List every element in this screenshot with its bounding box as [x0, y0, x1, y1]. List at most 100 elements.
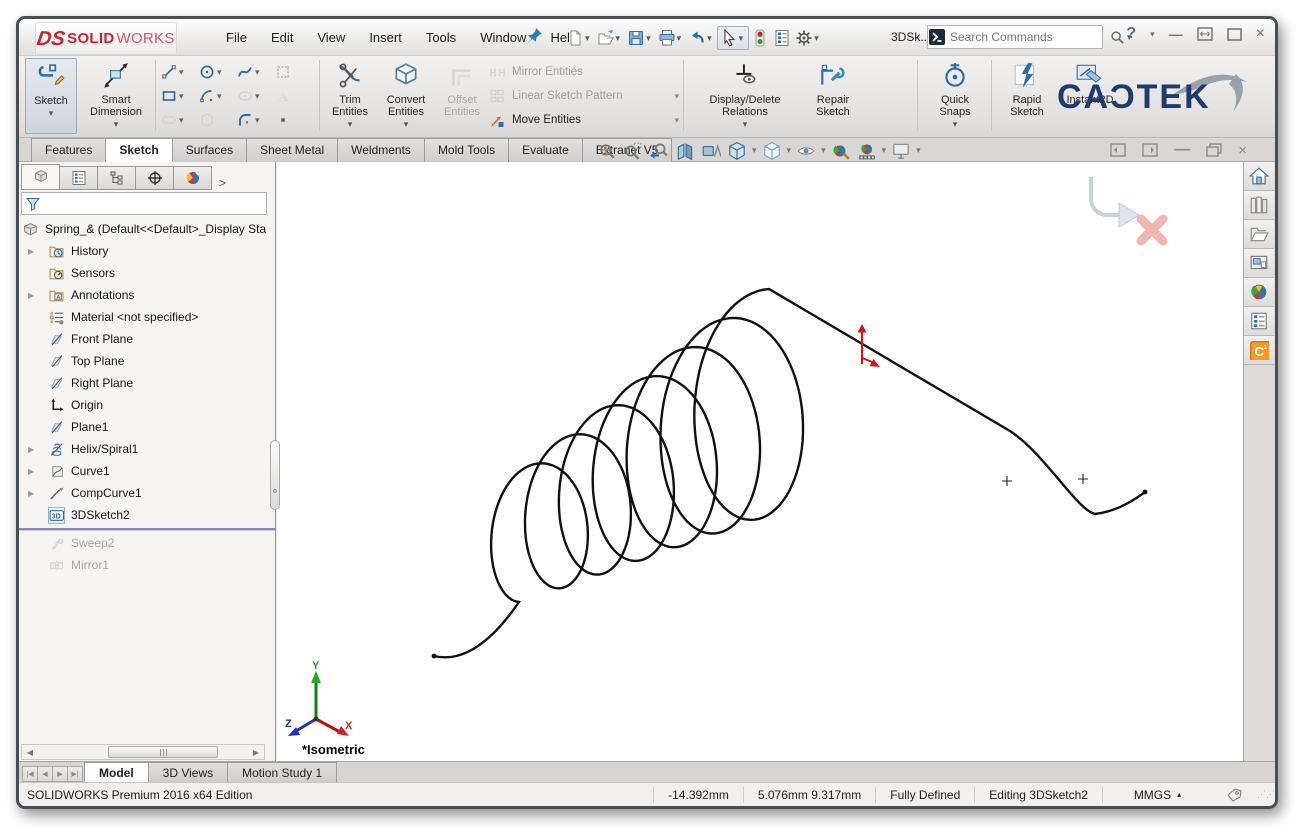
- tool-point-button[interactable]: [275, 112, 313, 128]
- traffic-light-button[interactable]: [749, 27, 771, 49]
- tree-item-material-not-specified[interactable]: Material <not specified>: [19, 306, 275, 328]
- panel-splitter-handle[interactable]: [270, 440, 280, 510]
- pm-config-tab[interactable]: [97, 166, 136, 190]
- home-button[interactable]: [1244, 162, 1274, 191]
- hide-show-dropdown-icon[interactable]: ▾: [821, 145, 826, 156]
- doc-close-button[interactable]: ×: [1238, 142, 1247, 159]
- sketch-flyout-icon[interactable]: ▾: [49, 108, 54, 119]
- ribbon-repair-sketch-button[interactable]: Repair Sketch: [803, 58, 863, 134]
- tree-item-helix-spiral1[interactable]: ▶Helix/Spiral1: [19, 438, 275, 460]
- tree-item-compcurve1[interactable]: ▶CompCurve1: [19, 482, 275, 504]
- panel-tabs-overflow-icon[interactable]: >: [219, 176, 226, 190]
- prev-tab-icon[interactable]: ◀: [37, 766, 53, 782]
- quick-snaps-flyout-icon[interactable]: ▾: [953, 119, 958, 130]
- apply-scene-button[interactable]: [857, 141, 877, 161]
- print-button[interactable]: ▾: [656, 27, 687, 49]
- pm-prop-tab[interactable]: [59, 166, 98, 190]
- options-gear-button[interactable]: ▾: [793, 27, 824, 49]
- menu-tools[interactable]: Tools: [415, 26, 467, 49]
- close-button[interactable]: ×: [1256, 26, 1265, 42]
- new-doc-dropdown-icon[interactable]: ▾: [585, 33, 590, 44]
- tree-item-mirror1[interactable]: Mirror1: [19, 554, 275, 576]
- trim-entities-flyout-icon[interactable]: ▾: [348, 119, 353, 130]
- menu-view[interactable]: View: [306, 26, 356, 49]
- options-gear-dropdown-icon[interactable]: ▾: [814, 33, 819, 44]
- bottom-tab-motion-study-1[interactable]: Motion Study 1: [227, 762, 337, 782]
- apply-scene-dropdown-icon[interactable]: ▾: [882, 145, 887, 156]
- expand-arrow-icon[interactable]: ▶: [28, 467, 34, 476]
- pin-icon[interactable]: [524, 26, 546, 48]
- sketch-view-button[interactable]: [701, 141, 721, 161]
- search-box[interactable]: ▾: [927, 25, 1103, 49]
- tab-evaluate[interactable]: Evaluate: [508, 138, 583, 162]
- tab-weldments[interactable]: Weldments: [337, 138, 425, 162]
- tool-line-button[interactable]: ▾: [161, 64, 199, 80]
- search-icon[interactable]: [1109, 29, 1125, 45]
- expand-arrow-icon[interactable]: ▶: [28, 489, 34, 498]
- tree-item-front-plane[interactable]: Front Plane: [19, 328, 275, 350]
- tab-scroll-buttons[interactable]: |◀ ◀ ▶ ▶|: [22, 766, 82, 782]
- collapse-left-icon[interactable]: [1110, 143, 1126, 157]
- zoom-area-button[interactable]: [623, 141, 643, 161]
- bottom-tab-3d-views[interactable]: 3D Views: [148, 762, 228, 782]
- pm-display-tab[interactable]: [173, 166, 212, 190]
- rebuild-list-button[interactable]: [771, 27, 793, 49]
- design-library-button[interactable]: [1244, 191, 1274, 220]
- next-tab-icon[interactable]: ▶: [52, 766, 68, 782]
- tree-item-sensors[interactable]: Sensors: [19, 262, 275, 284]
- edit-appearance-button[interactable]: [831, 141, 851, 161]
- scroll-right-icon[interactable]: ▶: [248, 748, 264, 757]
- smart-dimension-flyout-icon[interactable]: ▾: [114, 119, 119, 130]
- tree-root-item[interactable]: Spring_& (Default<<Default>_Display Sta: [19, 218, 275, 240]
- appearances-button[interactable]: [1244, 278, 1274, 307]
- display-style-dropdown-icon[interactable]: ▾: [787, 145, 792, 156]
- tree-item-3dsketch2[interactable]: 3D3DSketch2: [19, 504, 275, 526]
- expand-arrow-icon[interactable]: ▶: [28, 291, 34, 300]
- zoom-fit-button[interactable]: [597, 141, 617, 161]
- tree-item-curve1[interactable]: ▶Curve1: [19, 460, 275, 482]
- collapse-right-icon[interactable]: [1142, 143, 1158, 157]
- cadtek-tab-button[interactable]: C1: [1244, 336, 1274, 365]
- tool-arc-button[interactable]: ▾: [199, 88, 237, 104]
- tree-item-annotations[interactable]: ▶AAnnotations: [19, 284, 275, 306]
- units-selector[interactable]: MMGS▴: [1102, 787, 1212, 803]
- convert-entities-flyout-icon[interactable]: ▾: [404, 119, 409, 130]
- tab-mold-tools[interactable]: Mold Tools: [424, 138, 509, 162]
- hide-show-button[interactable]: [796, 141, 816, 161]
- view-palette-button[interactable]: [1244, 249, 1274, 278]
- search-commands-input[interactable]: [946, 30, 1109, 44]
- confirmation-corner[interactable]: [1063, 177, 1183, 247]
- open-doc-dropdown-icon[interactable]: ▾: [616, 33, 621, 44]
- ribbon-rapid-sketch-button[interactable]: Rapid Sketch: [999, 58, 1055, 134]
- menu-file[interactable]: File: [215, 26, 258, 49]
- doc-restore-button[interactable]: [1206, 143, 1222, 157]
- tool-circle-dropdown-icon[interactable]: ▾: [217, 67, 222, 78]
- tree-item-sweep2[interactable]: Sweep2: [19, 532, 275, 554]
- tool-fillet-button[interactable]: ▾: [237, 112, 275, 128]
- minimize-button[interactable]: —: [1169, 27, 1183, 41]
- tool-spline-button[interactable]: ▾: [237, 64, 275, 80]
- tree-item-right-plane[interactable]: Right Plane: [19, 372, 275, 394]
- new-doc-button[interactable]: ▾: [564, 27, 595, 49]
- tool-rectangle-button[interactable]: ▾: [161, 88, 199, 104]
- undo-button[interactable]: ▾: [686, 27, 717, 49]
- ribbon-move-entities[interactable]: Move Entities▾: [489, 108, 679, 132]
- spring-3d-sketch[interactable]: [277, 162, 1243, 761]
- graphics-viewport[interactable]: Y X Z *Isometric: [277, 162, 1243, 761]
- rollback-bar[interactable]: [19, 527, 275, 531]
- pm-part-tab[interactable]: [21, 164, 60, 190]
- bottom-tab-model[interactable]: Model: [84, 762, 149, 782]
- tool-fillet-dropdown-icon[interactable]: ▾: [255, 115, 260, 126]
- tag-icon[interactable]: [1212, 787, 1257, 803]
- ribbon-smart-dimension-button[interactable]: Smart Dimension▾: [81, 58, 151, 134]
- tab-features[interactable]: Features: [31, 138, 106, 162]
- expand-arrow-icon[interactable]: ▶: [28, 247, 34, 256]
- menu-insert[interactable]: Insert: [358, 26, 413, 49]
- restore-button[interactable]: [1197, 27, 1213, 41]
- view-orientation-dropdown-icon[interactable]: ▾: [752, 145, 757, 156]
- last-tab-icon[interactable]: ▶|: [67, 766, 83, 782]
- maximize-button[interactable]: [1227, 28, 1242, 41]
- tool-spline-dropdown-icon[interactable]: ▾: [255, 67, 260, 78]
- scroll-left-icon[interactable]: ◀: [22, 748, 38, 757]
- ribbon-quick-snaps-button[interactable]: Quick Snaps▾: [927, 58, 983, 134]
